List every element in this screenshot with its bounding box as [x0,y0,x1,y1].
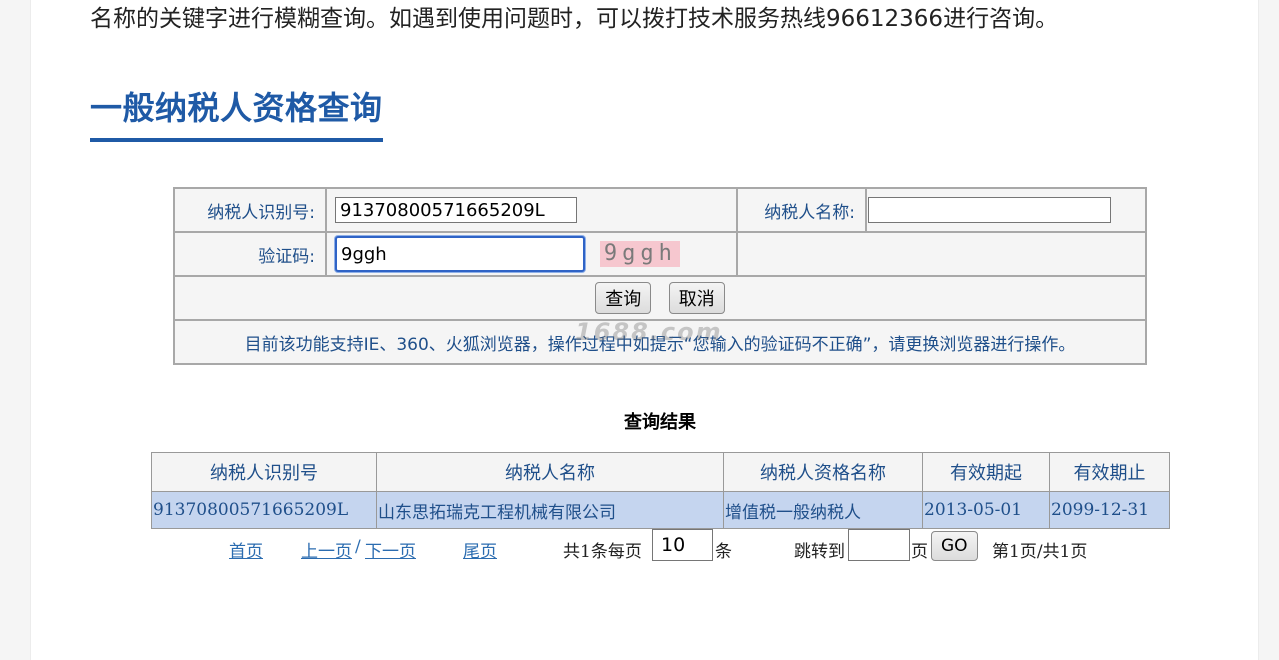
next-page-link[interactable]: 下一页 [365,537,416,562]
col-header-taxpayer-name: 纳税人名称 [376,452,724,492]
jump-suffix: 页 [911,542,928,562]
taxpayer-id-cell [325,187,738,233]
page-size-input[interactable] [652,529,713,561]
captcha-image[interactable]: 9ggh [600,241,681,267]
taxpayer-id-input[interactable] [335,197,577,223]
col-header-qualification: 纳税人资格名称 [723,452,923,492]
results-table: 纳税人识别号 纳税人名称 纳税人资格名称 有效期起 有效期止 913708005… [151,452,1170,529]
captcha-label: 验证码: [173,231,327,277]
captcha-input[interactable] [335,236,585,272]
page-size-suffix: 条 [715,542,732,562]
cell-valid-to: 2099-12-31 [1049,491,1170,529]
go-button[interactable]: GO [931,531,978,561]
taxpayer-name-cell [865,187,1147,233]
empty-cell [736,231,1147,277]
cancel-button[interactable]: 取消 [668,282,725,314]
taxpayer-id-label: 纳税人识别号: [173,187,327,233]
cell-taxpayer-name: 山东思拓瑞克工程机械有限公司 [376,491,724,529]
jump-label: 跳转到 [794,542,845,562]
prev-page-link[interactable]: 上一页 [301,537,352,562]
total-records-label: 共1条每页 [563,542,642,562]
pager-separator: / [355,537,361,557]
cell-valid-from: 2013-05-01 [922,491,1050,529]
table-row[interactable]: 91370800571665209L 山东思拓瑞克工程机械有限公司 增值税一般纳… [151,491,1170,529]
results-title: 查询结果 [624,412,696,433]
last-page-link[interactable]: 尾页 [463,537,497,562]
intro-text: 名称的关键字进行模糊查询。如遇到使用问题时，可以拨打技术服务热线96612366… [90,6,1059,32]
page-status: 第1页/共1页 [992,542,1088,562]
first-page-link[interactable]: 首页 [229,537,263,562]
captcha-cell: 9ggh [325,231,738,277]
col-header-valid-from: 有效期起 [922,452,1050,492]
jump-page-input[interactable] [848,529,910,561]
pagination: 首页 上一页 / 下一页 尾页 共1条每页 条 跳转到 页 GO 第1页/共1页 [0,528,1279,566]
page-title: 一般纳税人资格查询 [90,86,383,142]
taxpayer-name-label: 纳税人名称: [736,187,867,233]
col-header-valid-to: 有效期止 [1049,452,1170,492]
taxpayer-name-input[interactable] [868,197,1111,223]
cell-qualification: 增值税一般纳税人 [723,491,923,529]
watermark: 1688.com [575,318,723,346]
button-row: 查询 取消 [173,275,1147,321]
col-header-taxpayer-id: 纳税人识别号 [151,452,377,492]
cell-taxpayer-id: 91370800571665209L [151,491,377,529]
results-header-row: 纳税人识别号 纳税人名称 纳税人资格名称 有效期起 有效期止 [151,452,1170,492]
query-button[interactable]: 查询 [595,282,652,314]
